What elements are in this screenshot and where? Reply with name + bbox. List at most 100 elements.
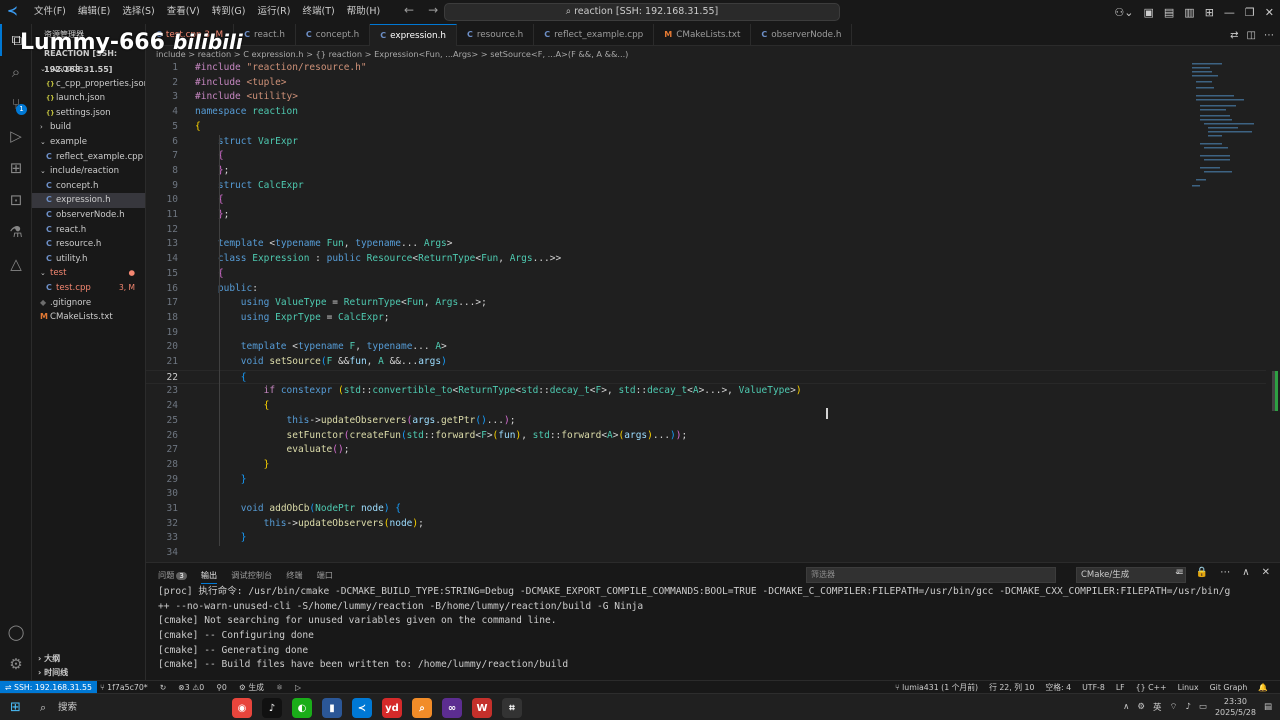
- battery-icon[interactable]: ▭: [1199, 702, 1207, 712]
- code-line[interactable]: 30: [146, 487, 1266, 502]
- clock[interactable]: 23:30 2025/5/28: [1215, 696, 1256, 718]
- code-line[interactable]: 28 }: [146, 458, 1266, 473]
- code-line[interactable]: 25 this->updateObservers(args.getPtr()..…: [146, 414, 1266, 429]
- more-icon[interactable]: ⋯: [1220, 567, 1230, 578]
- timeline-section[interactable]: › 时间线: [32, 666, 145, 680]
- tree-item[interactable]: Cutility.h: [32, 252, 145, 267]
- menu-item[interactable]: 文件(F): [28, 0, 72, 24]
- search-icon[interactable]: ⌕: [0, 56, 32, 88]
- youdao-app-icon[interactable]: yd: [382, 698, 402, 718]
- output-filter-input[interactable]: 筛选器: [806, 567, 1056, 583]
- code-line[interactable]: 7 {: [146, 149, 1266, 164]
- tree-item[interactable]: › build: [32, 120, 145, 135]
- source-control-icon[interactable]: ⑂ 1: [0, 88, 32, 120]
- editor-tab[interactable]: M CMakeLists.txt: [654, 24, 752, 46]
- editor-tab[interactable]: CobserverNode.h: [751, 24, 853, 46]
- output-channel-select[interactable]: CMake/生成: [1076, 565, 1186, 583]
- search-app-icon[interactable]: ⌕: [412, 698, 432, 718]
- code-line[interactable]: 9 struct CalcExpr: [146, 179, 1266, 194]
- tree-item[interactable]: Cexpression.h: [32, 193, 145, 208]
- code-line[interactable]: 31 void addObCb(NodePtr node) {: [146, 502, 1266, 517]
- code-line[interactable]: 8 };: [146, 164, 1266, 179]
- tree-item[interactable]: {}settings.json: [32, 106, 145, 121]
- breadcrumb[interactable]: include > reaction > C expression.h > {}…: [146, 46, 1280, 62]
- menu-item[interactable]: 终端(T): [296, 0, 340, 24]
- tree-item[interactable]: ⌄ .vscode: [32, 62, 145, 77]
- tab-debug-console[interactable]: 调试控制台: [231, 567, 272, 584]
- code-line[interactable]: 27 evaluate();: [146, 443, 1266, 458]
- code-line[interactable]: 20 template <typename F, typename... A>: [146, 340, 1266, 355]
- code-line[interactable]: 16 public:: [146, 282, 1266, 297]
- code-line[interactable]: 4 namespace reaction: [146, 105, 1266, 120]
- tab-ports[interactable]: 端口: [317, 567, 333, 584]
- code-line[interactable]: 15 {: [146, 267, 1266, 282]
- menu-item[interactable]: 选择(S): [116, 0, 160, 24]
- code-line[interactable]: 12: [146, 223, 1266, 238]
- menu-item[interactable]: 帮助(H): [341, 0, 387, 24]
- outline-section[interactable]: › 大纲: [32, 652, 145, 666]
- code-line[interactable]: 13 template <typename Fun, typename... A…: [146, 237, 1266, 252]
- more-actions-icon[interactable]: ⋯: [1264, 30, 1274, 41]
- code-line[interactable]: 18 using ExprType = CalcExpr;: [146, 311, 1266, 326]
- tab-problems[interactable]: 问题 3: [158, 567, 187, 584]
- windows-start-icon[interactable]: ⊞: [10, 700, 21, 715]
- back-arrow-icon[interactable]: ←: [404, 3, 414, 17]
- terminal-app-icon[interactable]: ⌗: [502, 698, 522, 718]
- tray-apps-icon[interactable]: ⚙: [1137, 702, 1145, 712]
- remote-explorer-icon[interactable]: ⊡: [0, 184, 32, 216]
- editor-tab[interactable]: Cresource.h: [457, 24, 535, 46]
- copilot-icon[interactable]: ⚇⌄: [1114, 6, 1133, 19]
- code-line[interactable]: 10 {: [146, 193, 1266, 208]
- menu-item[interactable]: 编辑(E): [72, 0, 116, 24]
- code-line[interactable]: 29 }: [146, 473, 1266, 488]
- code-line[interactable]: 5{: [146, 120, 1266, 135]
- editor-scrollbar[interactable]: [1272, 371, 1278, 411]
- forward-arrow-icon[interactable]: →: [428, 3, 438, 17]
- restore-icon[interactable]: ❐: [1245, 6, 1255, 19]
- tree-item[interactable]: {}c_cpp_properties.json: [32, 77, 145, 92]
- code-line[interactable]: 21 void setSource(F &&fun, A &&...args): [146, 355, 1266, 370]
- notification-center-icon[interactable]: ▤: [1264, 702, 1272, 712]
- menu-item[interactable]: 运行(R): [251, 0, 296, 24]
- toggle-secondary-sidebar-icon[interactable]: ▥: [1184, 6, 1194, 19]
- code-line[interactable]: 33 }: [146, 531, 1266, 546]
- code-line[interactable]: 32 this->updateObservers(node);: [146, 517, 1266, 532]
- tree-item[interactable]: M CMakeLists.txt: [32, 310, 145, 325]
- vscode-app-icon[interactable]: ≺: [352, 698, 372, 718]
- taskbar-search[interactable]: ⌕ 搜索: [34, 698, 174, 717]
- close-icon[interactable]: ✕: [1265, 6, 1274, 19]
- tree-item[interactable]: Creact.h: [32, 223, 145, 238]
- menu-item[interactable]: 转到(G): [206, 0, 252, 24]
- split-editor-icon[interactable]: ◫: [1247, 30, 1256, 41]
- code-line[interactable]: 14 class Expression : public Resource<Re…: [146, 252, 1266, 267]
- command-center[interactable]: ⌕ reaction [SSH: 192.168.31.55]: [444, 3, 840, 21]
- volume-icon[interactable]: ♪: [1185, 702, 1190, 712]
- tree-item[interactable]: Cresource.h: [32, 237, 145, 252]
- tree-item[interactable]: Ctest.cpp 3, M: [32, 281, 145, 296]
- tree-item[interactable]: ◆ .gitignore: [32, 296, 145, 311]
- editor-tab[interactable]: Creact.h: [234, 24, 296, 46]
- tiktok-app-icon[interactable]: ♪: [262, 698, 282, 718]
- extensions-icon[interactable]: ⊞: [0, 152, 32, 184]
- code-line[interactable]: 19: [146, 326, 1266, 341]
- code-line[interactable]: 17 using ValueType = ReturnType<Fun, Arg…: [146, 296, 1266, 311]
- editor-tab[interactable]: Creflect_example.cpp: [534, 24, 655, 46]
- code-line[interactable]: 26 setFunctor(createFun(std::forward<F>(…: [146, 429, 1266, 444]
- toggle-panel-icon[interactable]: ▤: [1164, 6, 1174, 19]
- compare-icon[interactable]: ⇄: [1230, 30, 1238, 41]
- tray-expand-icon[interactable]: ∧: [1123, 702, 1129, 712]
- code-line[interactable]: 11 };: [146, 208, 1266, 223]
- editor-tab[interactable]: Cexpression.h: [370, 24, 457, 46]
- tree-item[interactable]: ⌄ example: [32, 135, 145, 150]
- account-icon[interactable]: ◯: [0, 616, 32, 648]
- wps-app-icon[interactable]: W: [472, 698, 492, 718]
- code-line[interactable]: 34: [146, 546, 1266, 561]
- files-app-icon[interactable]: ▮: [322, 698, 342, 718]
- tree-item[interactable]: Creflect_example.cpp: [32, 150, 145, 165]
- tree-item[interactable]: Cconcept.h: [32, 179, 145, 194]
- layout-icon[interactable]: ⊞: [1205, 6, 1214, 19]
- maximize-panel-icon[interactable]: ∧: [1242, 567, 1249, 578]
- output-log[interactable]: [proc] 执行命令: /usr/bin/cmake -DCMAKE_BUIL…: [158, 585, 1230, 673]
- code-line[interactable]: 1 #include "reaction/resource.h": [146, 61, 1266, 76]
- lock-scroll-icon[interactable]: 🔒: [1196, 567, 1208, 578]
